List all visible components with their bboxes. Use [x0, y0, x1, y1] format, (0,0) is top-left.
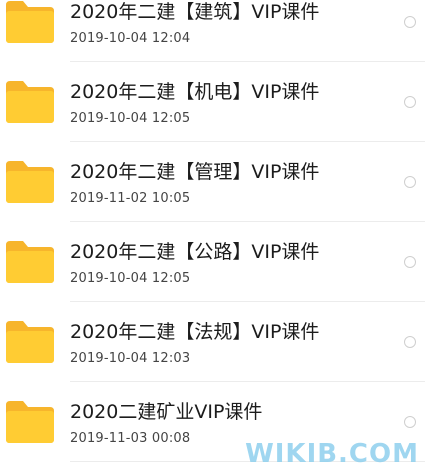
- file-name: 2020年二建【管理】VIP课件: [70, 161, 320, 183]
- radio-unselected-icon[interactable]: [404, 16, 416, 28]
- file-list: 2020年二建【建筑】VIP课件 2019-10-04 12:04 2020年二…: [0, 0, 425, 463]
- file-name: 2020年二建【法规】VIP课件: [70, 321, 320, 343]
- file-row-5[interactable]: 2020年二建【法规】VIP课件 2019-10-04 12:03: [0, 302, 425, 382]
- radio-unselected-icon[interactable]: [404, 256, 416, 268]
- folder-icon: [6, 321, 54, 363]
- radio-unselected-icon[interactable]: [404, 336, 416, 348]
- folder-icon: [6, 161, 54, 203]
- file-row-2[interactable]: 2020年二建【机电】VIP课件 2019-10-04 12:05: [0, 62, 425, 142]
- file-name: 2020年二建【公路】VIP课件: [70, 241, 320, 263]
- file-row-1[interactable]: 2020年二建【建筑】VIP课件 2019-10-04 12:04: [0, 0, 425, 62]
- radio-unselected-icon[interactable]: [404, 416, 416, 428]
- file-date: 2019-11-02 10:05: [70, 191, 191, 206]
- file-date: 2019-10-04 12:05: [70, 271, 191, 286]
- file-row-4[interactable]: 2020年二建【公路】VIP课件 2019-10-04 12:05: [0, 222, 425, 302]
- file-name: 2020二建矿业VIP课件: [70, 401, 263, 423]
- file-date: 2019-10-04 12:04: [70, 31, 191, 46]
- folder-icon: [6, 81, 54, 123]
- radio-unselected-icon[interactable]: [404, 176, 416, 188]
- file-date: 2019-10-04 12:03: [70, 351, 191, 366]
- file-date: 2019-10-04 12:05: [70, 111, 191, 126]
- file-date: 2019-11-03 00:08: [70, 431, 191, 446]
- file-name: 2020年二建【建筑】VIP课件: [70, 1, 320, 23]
- folder-icon: [6, 1, 54, 43]
- watermark: WIKIB.COM: [245, 439, 419, 463]
- radio-unselected-icon[interactable]: [404, 96, 416, 108]
- folder-icon: [6, 241, 54, 283]
- folder-icon: [6, 401, 54, 443]
- file-name: 2020年二建【机电】VIP课件: [70, 81, 320, 103]
- file-row-3[interactable]: 2020年二建【管理】VIP课件 2019-11-02 10:05: [0, 142, 425, 222]
